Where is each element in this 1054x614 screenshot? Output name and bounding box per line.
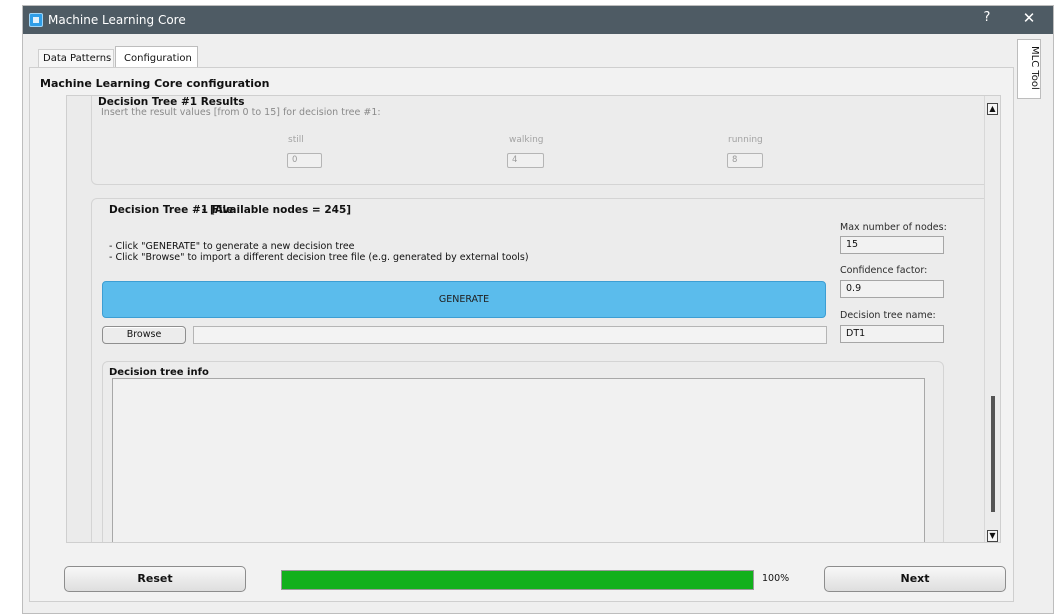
vertical-scrollbar[interactable]: ▲ ▼ — [984, 96, 1000, 542]
tree-name-input[interactable]: DT1 — [840, 325, 944, 343]
tree-name-label: Decision tree name: — [840, 310, 936, 321]
progress-bar — [281, 570, 754, 590]
config-scroll-area[interactable]: Decision Tree #1 Results Insert the resu… — [66, 95, 1001, 543]
tab-configuration[interactable]: Configuration — [115, 46, 198, 68]
max-nodes-input[interactable]: 15 — [840, 236, 944, 254]
close-icon[interactable]: ✕ — [1019, 9, 1039, 29]
scroll-down-icon[interactable]: ▼ — [987, 530, 998, 542]
decision-tree-file-group: Decision Tree #1 File - [Available nodes… — [91, 198, 996, 542]
result-input-still[interactable]: 0 — [287, 153, 322, 168]
configuration-panel: Machine Learning Core configuration Deci… — [29, 67, 1014, 602]
title-bar: Machine Learning Core ? ✕ — [23, 6, 1053, 34]
instruction-generate: - Click "GENERATE" to generate a new dec… — [109, 241, 355, 252]
info-title: Decision tree info — [109, 367, 209, 378]
result-input-walking[interactable]: 4 — [507, 153, 544, 168]
result-label-walking: walking — [509, 135, 544, 145]
next-button[interactable]: Next — [824, 566, 1006, 592]
max-nodes-label: Max number of nodes: — [840, 222, 947, 233]
app-icon — [29, 13, 43, 27]
results-description: Insert the result values [from 0 to 15] … — [101, 107, 381, 118]
browse-button[interactable]: Browse — [102, 326, 186, 344]
progress-fill — [282, 571, 753, 589]
help-button[interactable]: ? — [979, 10, 995, 30]
app-window: Machine Learning Core ? ✕ Data Patterns … — [22, 5, 1054, 614]
instruction-browse: - Click "Browse" to import a different d… — [109, 252, 529, 263]
result-label-still: still — [288, 135, 304, 145]
reset-button[interactable]: Reset — [64, 566, 246, 592]
side-tab-mlc-tool[interactable]: MLC Tool — [1017, 39, 1041, 99]
side-tab-label: MLC Tool — [1029, 46, 1040, 90]
decision-tree-results-group: Decision Tree #1 Results Insert the resu… — [91, 96, 996, 185]
result-input-running[interactable]: 8 — [727, 153, 763, 168]
tab-data-patterns[interactable]: Data Patterns — [38, 49, 114, 67]
decision-tree-info-group: Decision tree info — [102, 361, 944, 542]
decision-tree-info-textarea[interactable] — [112, 378, 925, 542]
result-label-running: running — [728, 135, 763, 145]
window-title: Machine Learning Core — [48, 13, 186, 27]
scrollbar-thumb[interactable] — [991, 396, 995, 512]
scroll-up-icon[interactable]: ▲ — [987, 103, 998, 115]
section-title: Machine Learning Core configuration — [40, 77, 270, 90]
confidence-factor-input[interactable]: 0.9 — [840, 280, 944, 298]
confidence-factor-label: Confidence factor: — [840, 265, 928, 276]
generate-button[interactable]: GENERATE — [102, 281, 826, 318]
progress-percentage: 100% — [762, 573, 790, 584]
browse-path-field[interactable] — [193, 326, 827, 344]
available-nodes-label: - [Available nodes = 245] — [202, 204, 352, 216]
